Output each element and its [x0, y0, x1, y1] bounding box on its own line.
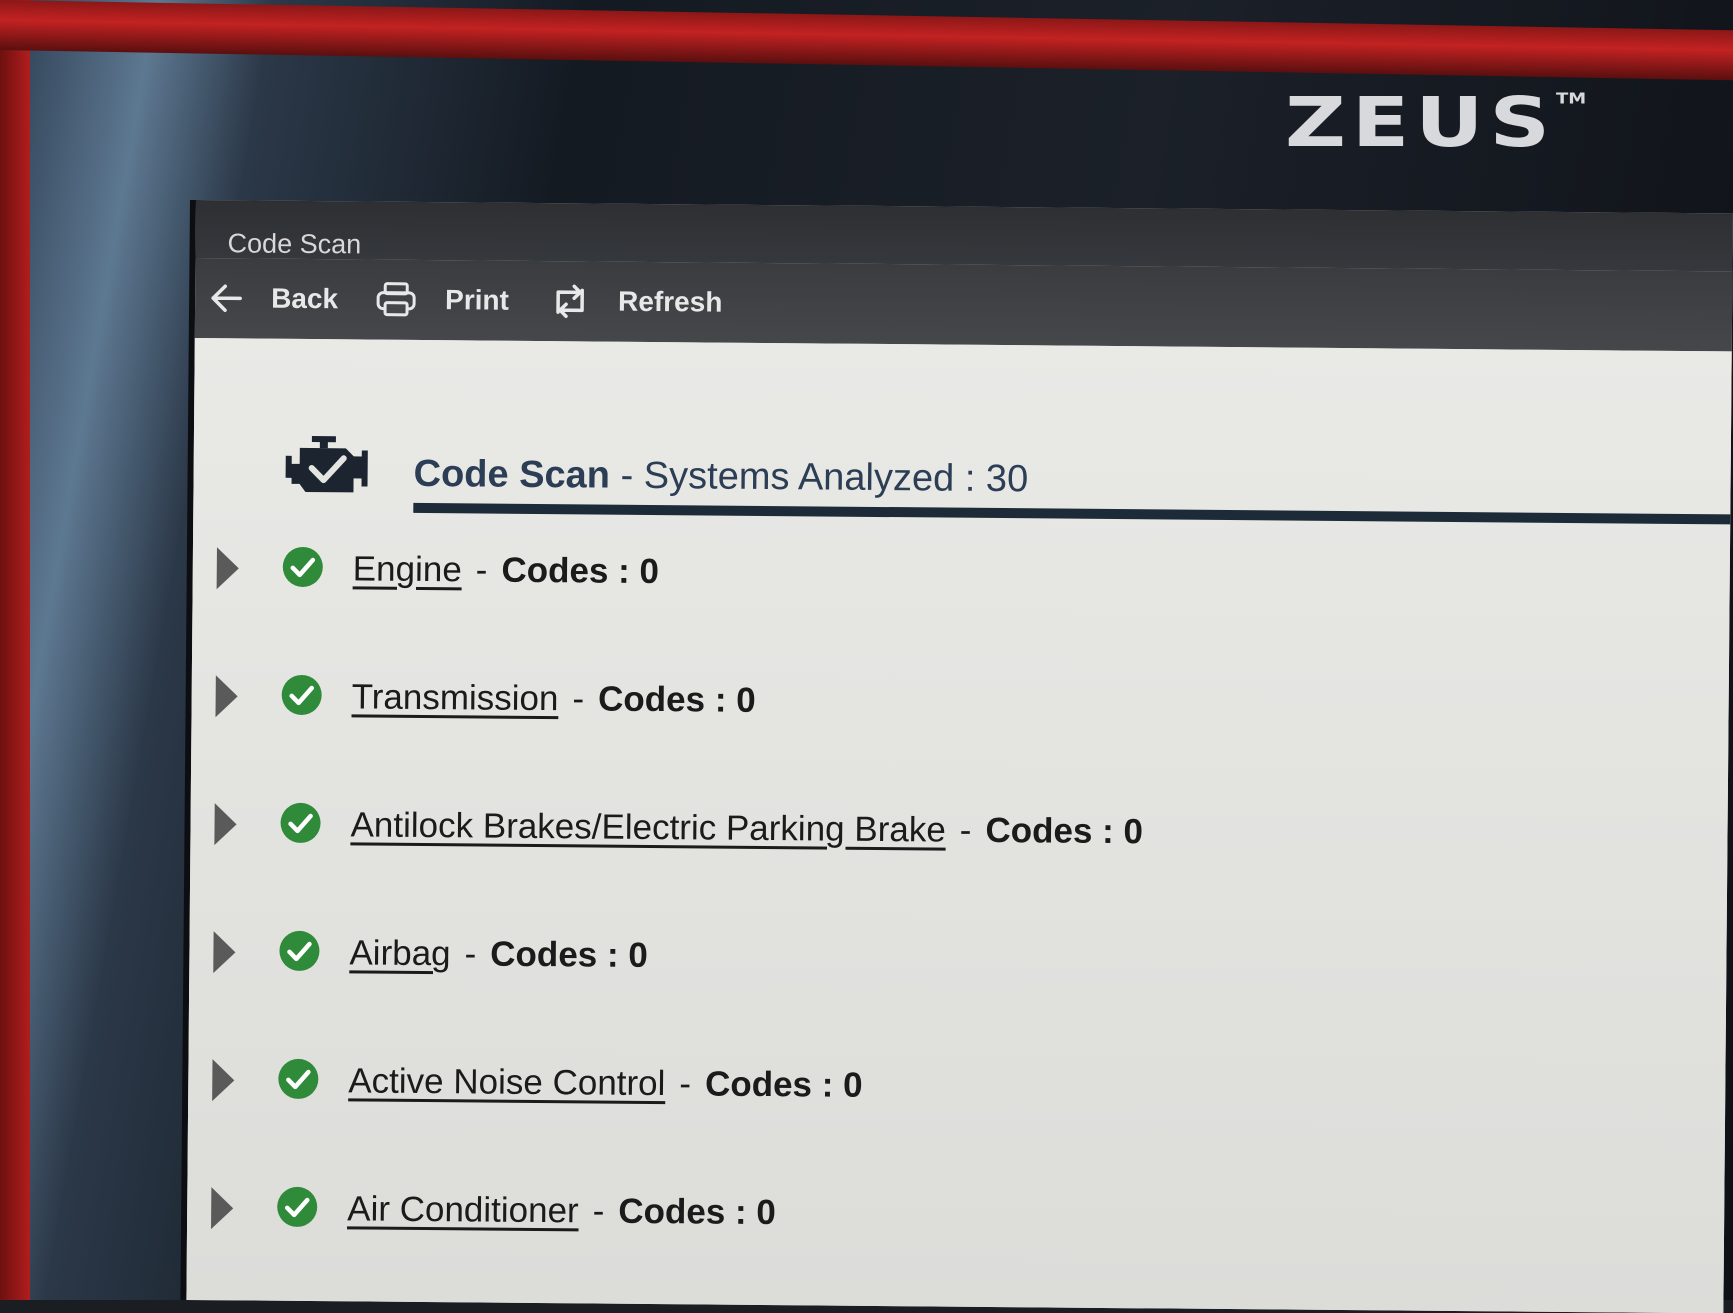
list-item: Engine - Codes : 0	[212, 533, 1663, 616]
list-item: Airbag - Codes : 0	[209, 917, 1660, 1000]
triangle-right-icon[interactable]	[211, 671, 241, 721]
refresh-label: Refresh	[617, 285, 723, 318]
system-name-link[interactable]: Antilock Brakes/Electric Parking Brake	[350, 805, 946, 850]
codes-count: Codes : 0	[501, 550, 660, 592]
device-red-edge-left	[0, 0, 30, 1300]
system-name-link[interactable]: Transmission	[351, 677, 558, 719]
triangle-right-icon[interactable]	[207, 1183, 237, 1233]
list-item: Antilock Brakes/Electric Parking Brake -…	[210, 789, 1661, 872]
check-circle-icon	[275, 1184, 319, 1233]
systems-analyzed-count: Systems Analyzed : 30	[643, 454, 1029, 501]
refresh-icon	[550, 282, 590, 320]
list-item: Air Conditioner - Codes : 0	[207, 1173, 1658, 1256]
print-button[interactable]: Print	[375, 274, 509, 327]
triangle-right-icon[interactable]	[209, 927, 239, 977]
list-item: Active Noise Control - Codes : 0	[208, 1045, 1659, 1128]
back-button[interactable]: Back	[209, 272, 338, 325]
codes-count: Codes : 0	[597, 679, 756, 720]
check-circle-icon	[277, 928, 321, 977]
refresh-button[interactable]: Refresh	[550, 275, 723, 329]
toolbar: Back Print Refresh	[194, 257, 1733, 352]
triangle-right-icon[interactable]	[210, 799, 240, 849]
system-name-link[interactable]: Engine	[353, 549, 462, 590]
device-brand-logo: ZEUSTM	[1285, 82, 1587, 163]
check-circle-icon	[278, 800, 322, 849]
window-title: Code Scan	[227, 228, 362, 260]
page-title: Code Scan - Systems Analyzed : 30	[413, 452, 1029, 501]
codes-count: Codes : 0	[985, 810, 1144, 852]
codes-count: Codes : 0	[490, 934, 648, 975]
system-name-link[interactable]: Airbag	[349, 933, 451, 974]
check-circle-icon	[279, 672, 323, 721]
print-label: Print	[445, 284, 510, 316]
code-scan-heading: Code Scan - Systems Analyzed : 30	[281, 434, 1731, 525]
heading-divider	[413, 502, 1731, 525]
triangle-right-icon[interactable]	[213, 543, 243, 593]
list-item: Transmission - Codes : 0	[211, 661, 1662, 744]
codes-count: Codes : 0	[704, 1064, 863, 1105]
screen: Code Scan Back Print Refresh Code Scan -…	[186, 200, 1733, 1313]
printer-icon	[375, 281, 417, 319]
engine-check-icon	[281, 434, 374, 504]
code-scan-content: Code Scan - Systems Analyzed : 30 Engine…	[186, 337, 1732, 1313]
triangle-right-icon[interactable]	[208, 1055, 238, 1105]
system-name-link[interactable]: Air Conditioner	[347, 1189, 579, 1231]
check-circle-icon	[276, 1056, 320, 1105]
arrow-left-icon	[209, 281, 243, 315]
codes-count: Codes : 0	[618, 1191, 777, 1233]
system-name-link[interactable]: Active Noise Control	[348, 1061, 665, 1104]
back-label: Back	[271, 282, 339, 315]
check-circle-icon	[281, 544, 325, 593]
